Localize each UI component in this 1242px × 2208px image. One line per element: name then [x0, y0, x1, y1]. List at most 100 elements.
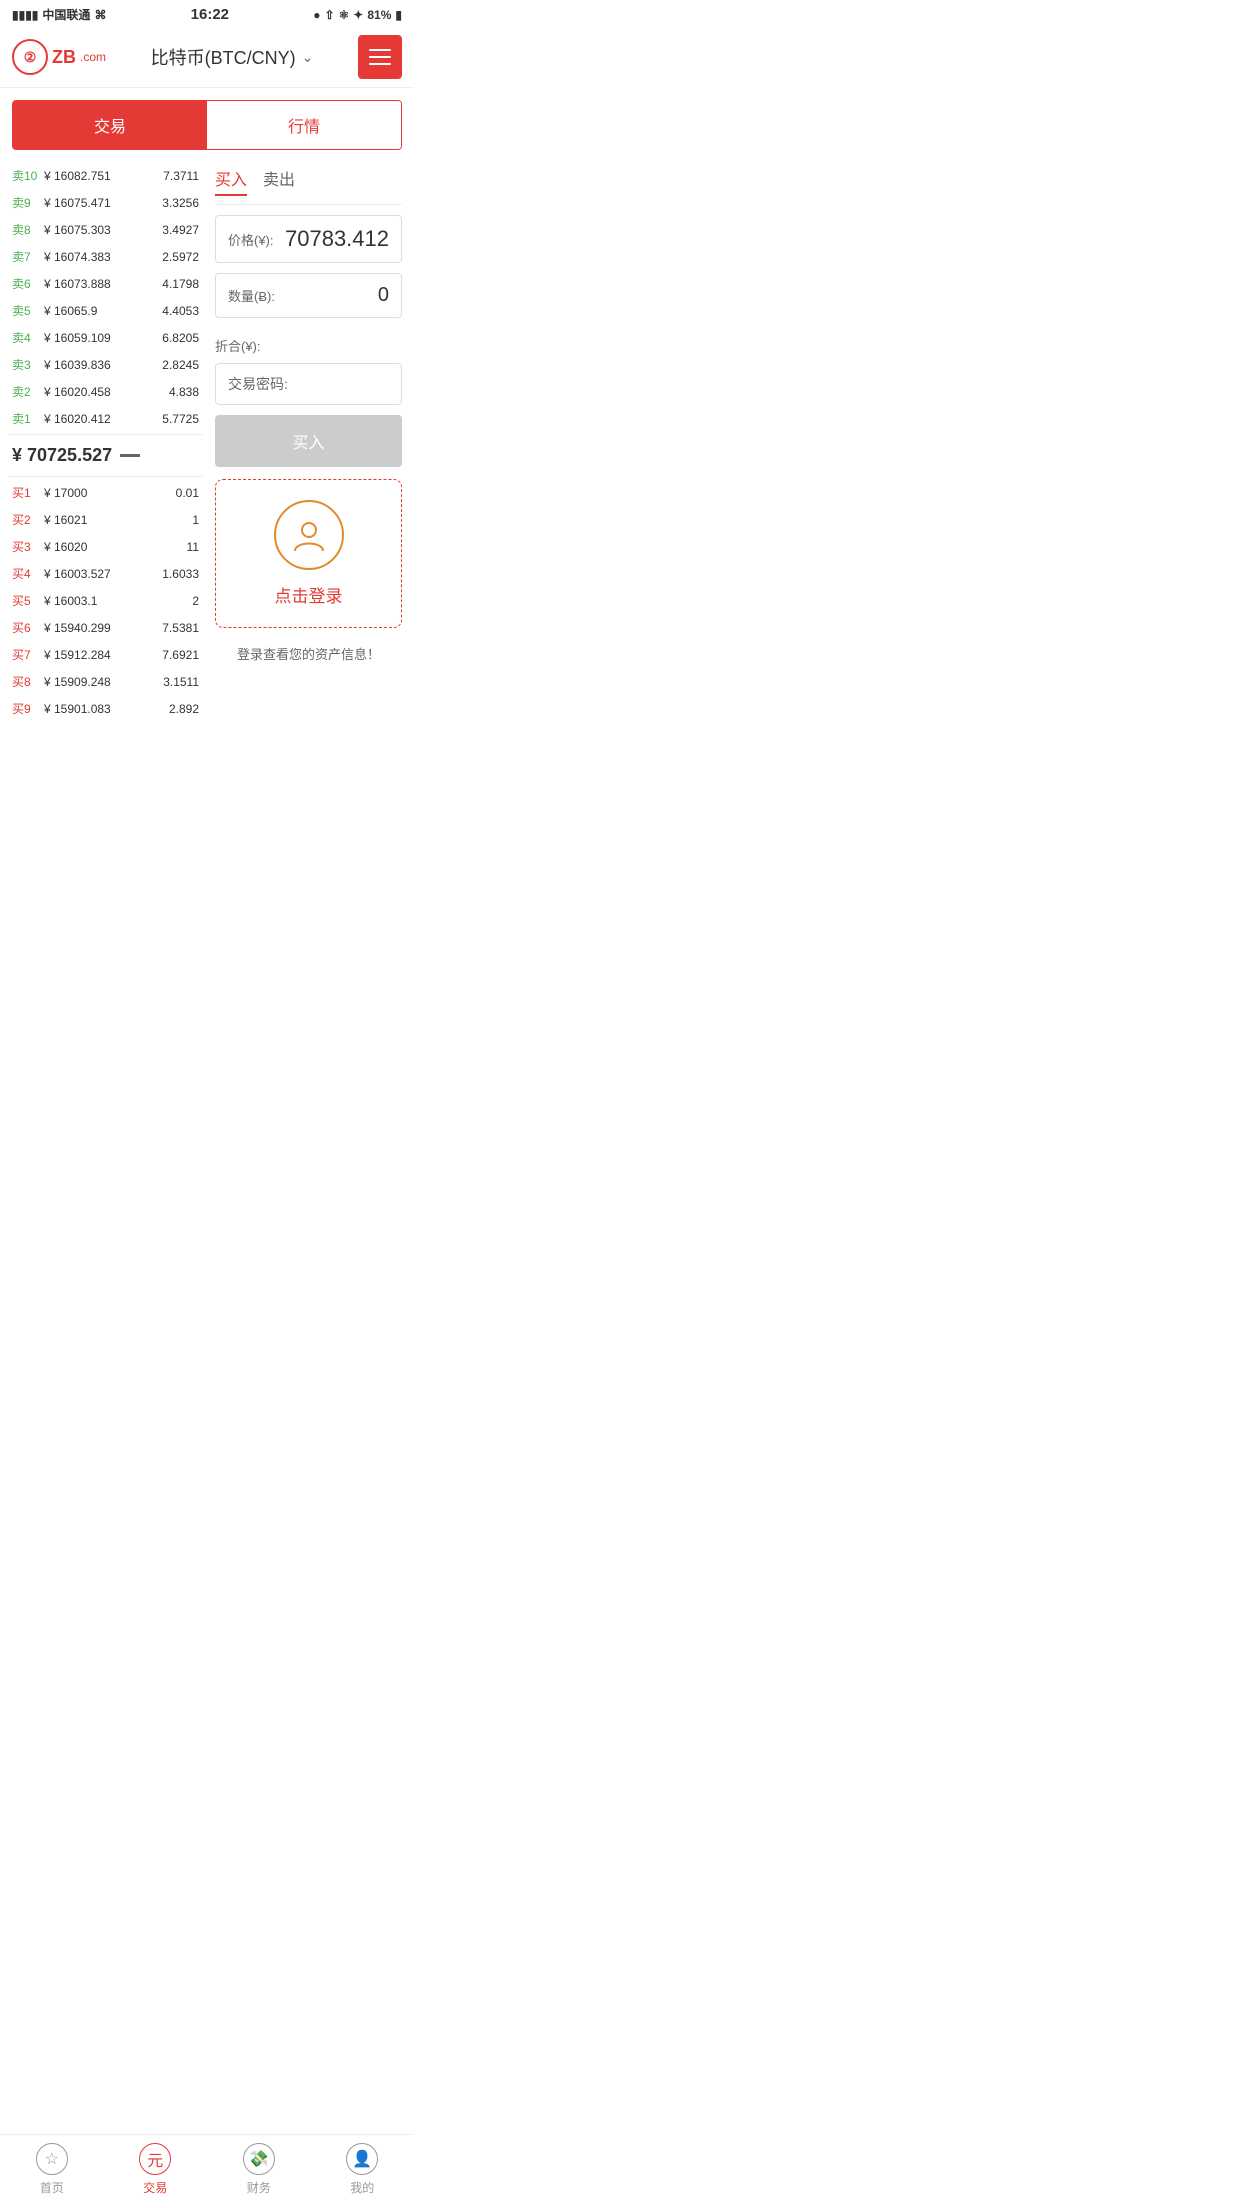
- order-price: ¥ 16003.527: [40, 567, 162, 581]
- buy-order-row: 买7 ¥ 15912.284 7.6921: [8, 641, 203, 668]
- buy-orders: 买1 ¥ 17000 0.01 买2 ¥ 16021 1 买3 ¥ 16020 …: [8, 479, 203, 722]
- order-price: ¥ 16020.458: [40, 385, 169, 399]
- order-amount: 4.1798: [162, 277, 199, 291]
- order-label: 卖4: [12, 329, 40, 346]
- order-label: 卖6: [12, 275, 40, 292]
- battery-percent: 81%: [367, 8, 391, 22]
- order-price: ¥ 15912.284: [40, 648, 162, 662]
- nav-home-label: 首页: [40, 2179, 64, 2196]
- quantity-label: 数量(Ƀ):: [228, 286, 275, 305]
- order-label: 卖3: [12, 356, 40, 373]
- buy-order-row: 买3 ¥ 16020 11: [8, 533, 203, 560]
- buy-order-row: 买9 ¥ 15901.083 2.892: [8, 695, 203, 722]
- login-prompt[interactable]: 点击登录: [215, 479, 402, 628]
- bag-icon: 💸: [243, 2143, 275, 2175]
- trade-panel: 买入 卖出 价格(¥): 70783.412 数量(Ƀ): 0 折合(¥): 交…: [211, 162, 406, 722]
- nav-finance-label: 财务: [247, 2179, 271, 2196]
- order-amount: 0.01: [176, 486, 199, 500]
- total-row: 折合(¥):: [215, 328, 402, 363]
- sell-order-row: 卖10 ¥ 16082.751 7.3711: [8, 162, 203, 189]
- order-amount: 4.838: [169, 385, 199, 399]
- order-label: 卖8: [12, 221, 40, 238]
- status-time: 16:22: [191, 6, 229, 23]
- order-price: ¥ 15901.083: [40, 702, 169, 716]
- order-label: 买8: [12, 673, 40, 690]
- order-label: 买1: [12, 484, 40, 501]
- tab-buy[interactable]: 买入: [215, 166, 247, 196]
- star-icon: ☆: [36, 2143, 68, 2175]
- battery-icon: ▮: [395, 8, 402, 22]
- sell-order-row: 卖1 ¥ 16020.412 5.7725: [8, 405, 203, 432]
- sell-order-row: 卖2 ¥ 16020.458 4.838: [8, 378, 203, 405]
- order-amount: 11: [187, 540, 199, 554]
- order-amount: 2: [192, 594, 199, 608]
- header: ② ZB .com 比特币(BTC/CNY) ⌄: [0, 27, 414, 88]
- order-label: 买3: [12, 538, 40, 555]
- nav-finance[interactable]: 💸 财务: [243, 2143, 275, 2196]
- mid-price-value: ¥ 70725.527: [12, 445, 112, 466]
- asset-info: 登录查看您的资产信息！: [215, 638, 402, 669]
- order-amount: 6.8205: [162, 331, 199, 345]
- price-field: 价格(¥): 70783.412: [215, 215, 402, 263]
- buy-button[interactable]: 买入: [215, 415, 402, 467]
- sell-order-row: 卖5 ¥ 16065.9 4.4053: [8, 297, 203, 324]
- buy-order-row: 买6 ¥ 15940.299 7.5381: [8, 614, 203, 641]
- order-label: 买2: [12, 511, 40, 528]
- order-price: ¥ 15909.248: [40, 675, 163, 689]
- bluetooth-icon: ✦: [353, 8, 363, 22]
- sell-order-row: 卖4 ¥ 16059.109 6.8205: [8, 324, 203, 351]
- main-content: 卖10 ¥ 16082.751 7.3711 卖9 ¥ 16075.471 3.…: [0, 162, 414, 722]
- order-price: ¥ 16065.9: [40, 304, 162, 318]
- alarm-icon: ⚛: [339, 8, 350, 22]
- order-label: 卖7: [12, 248, 40, 265]
- order-price: ¥ 16021: [40, 513, 192, 527]
- sell-order-row: 卖3 ¥ 16039.836 2.8245: [8, 351, 203, 378]
- order-amount: 2.892: [169, 702, 199, 716]
- password-field[interactable]: 交易密码:: [215, 363, 402, 405]
- order-amount: 5.7725: [162, 412, 199, 426]
- chevron-down-icon[interactable]: ⌄: [302, 49, 314, 66]
- yen-icon: 元: [139, 2143, 171, 2175]
- logo: ② ZB .com: [12, 39, 106, 75]
- status-right: ● ⇧ ⚛ ✦ 81% ▮: [313, 8, 402, 22]
- price-value[interactable]: 70783.412: [285, 226, 389, 252]
- order-amount: 3.4927: [162, 223, 199, 237]
- password-label: 交易密码:: [228, 376, 288, 392]
- order-label: 买5: [12, 592, 40, 609]
- buy-order-row: 买8 ¥ 15909.248 3.1511: [8, 668, 203, 695]
- order-label: 卖9: [12, 194, 40, 211]
- order-amount: 2.8245: [162, 358, 199, 372]
- order-price: ¥ 16075.303: [40, 223, 162, 237]
- quantity-value[interactable]: 0: [378, 284, 389, 307]
- status-left: ▮▮▮▮ 中国联通 ⌘: [12, 6, 106, 23]
- login-avatar-icon: [274, 500, 344, 570]
- lock-icon: ●: [313, 8, 320, 22]
- order-amount: 3.1511: [163, 675, 199, 689]
- order-price: ¥ 16075.471: [40, 196, 162, 210]
- header-title: 比特币(BTC/CNY) ⌄: [151, 44, 314, 70]
- tab-sell[interactable]: 卖出: [263, 166, 295, 196]
- sell-order-row: 卖6 ¥ 16073.888 4.1798: [8, 270, 203, 297]
- signal-icon: ▮▮▮▮: [12, 8, 38, 22]
- order-price: ¥ 15940.299: [40, 621, 162, 635]
- menu-button[interactable]: [358, 35, 402, 79]
- status-bar: ▮▮▮▮ 中国联通 ⌘ 16:22 ● ⇧ ⚛ ✦ 81% ▮: [0, 0, 414, 27]
- order-label: 卖5: [12, 302, 40, 319]
- nav-profile[interactable]: 👤 我的: [346, 2143, 378, 2196]
- order-amount: 7.6921: [162, 648, 199, 662]
- sell-order-row: 卖7 ¥ 16074.383 2.5972: [8, 243, 203, 270]
- person-icon: 👤: [346, 2143, 378, 2175]
- tab-trade[interactable]: 交易: [13, 101, 207, 149]
- nav-trade[interactable]: 元 交易: [139, 2143, 171, 2196]
- nav-home[interactable]: ☆ 首页: [36, 2143, 68, 2196]
- buy-order-row: 买1 ¥ 17000 0.01: [8, 479, 203, 506]
- logo-symbol: ②: [24, 49, 37, 66]
- currency-title: 比特币(BTC/CNY): [151, 44, 296, 70]
- order-label: 买6: [12, 619, 40, 636]
- sell-order-row: 卖8 ¥ 16075.303 3.4927: [8, 216, 203, 243]
- order-price: ¥ 16039.836: [40, 358, 162, 372]
- tab-market[interactable]: 行情: [207, 101, 401, 149]
- buy-order-row: 买4 ¥ 16003.527 1.6033: [8, 560, 203, 587]
- login-text[interactable]: 点击登录: [236, 582, 381, 607]
- order-label: 买9: [12, 700, 40, 717]
